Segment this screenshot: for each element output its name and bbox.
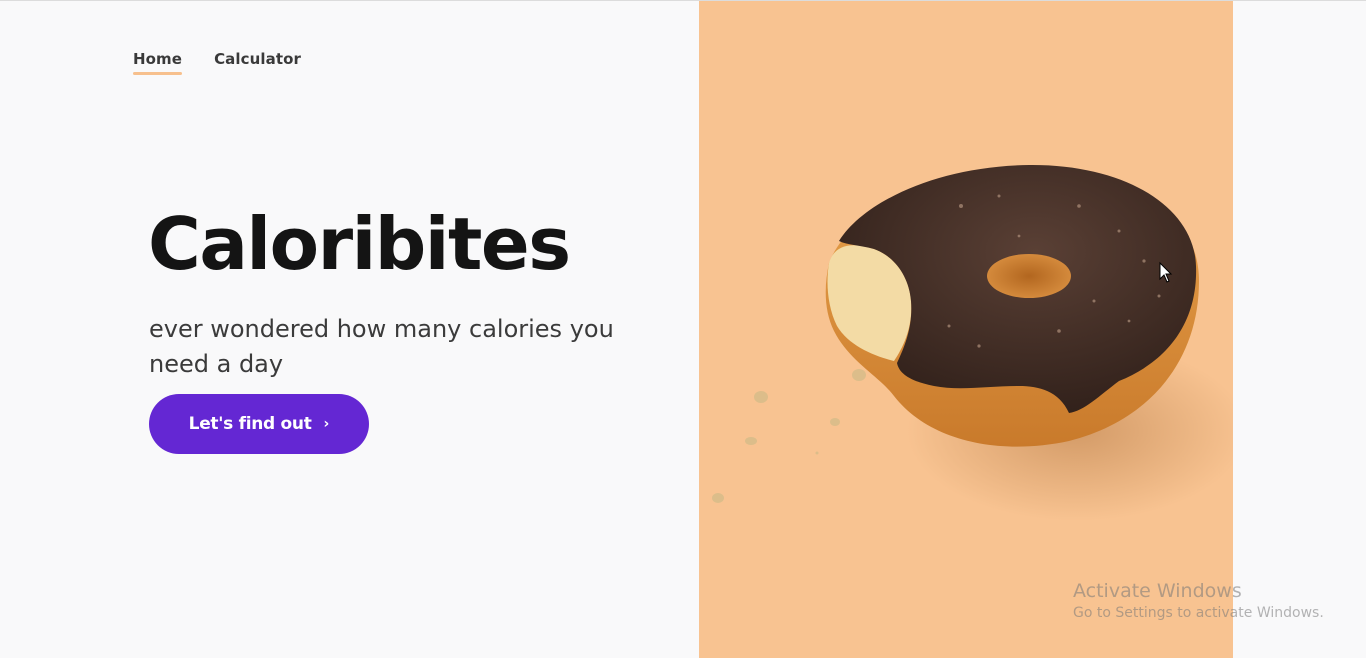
hero-title: Caloribites (148, 202, 571, 286)
donut-image (712, 164, 1233, 521)
hero-image-panel (699, 1, 1233, 658)
find-out-button[interactable]: Let's find out › (149, 394, 369, 454)
donut-hole (987, 254, 1071, 298)
nav-calculator-link[interactable]: Calculator (214, 50, 301, 74)
donut-crumbs (712, 369, 866, 503)
nav-home-link[interactable]: Home (133, 50, 183, 75)
watermark-title: Activate Windows (1073, 580, 1242, 602)
watermark-subtitle: Go to Settings to activate Windows. (1073, 605, 1324, 621)
main-nav: Home Calculator (133, 50, 301, 75)
chevron-right-icon: › (323, 416, 330, 432)
windows-activation-watermark: Activate Windows Go to Settings to activ… (1073, 580, 1324, 621)
hero-subtitle: ever wondered how many calories you need… (149, 315, 614, 378)
find-out-button-label: Let's find out (188, 414, 312, 434)
